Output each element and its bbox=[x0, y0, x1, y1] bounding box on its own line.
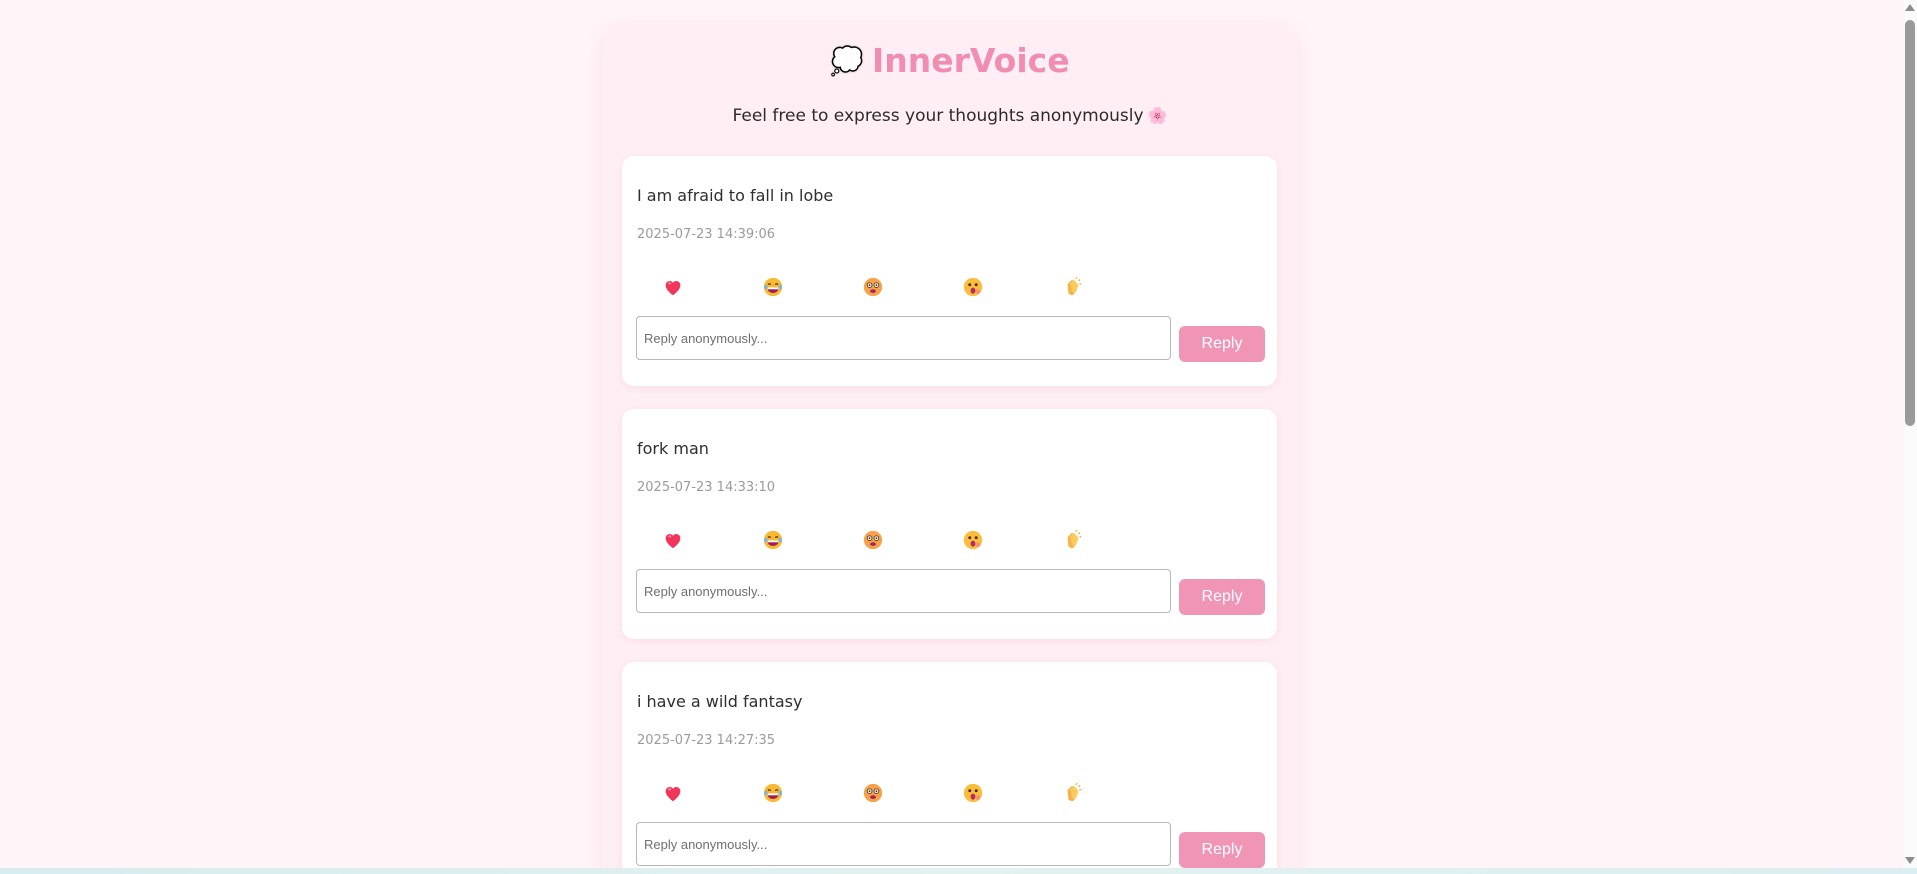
subtitle-text: Feel free to express your thoughts anony… bbox=[732, 106, 1144, 126]
post-text: i have a wild fantasy bbox=[637, 692, 803, 711]
post-timestamp: 2025-07-23 14:33:10 bbox=[637, 480, 776, 495]
scroll-up-arrow-icon[interactable] bbox=[1905, 4, 1915, 11]
dizzy-face-icon[interactable] bbox=[862, 529, 884, 551]
main-container: 💭 InnerVoice Feel free to express your th… bbox=[603, 26, 1297, 868]
shocked-face-icon[interactable] bbox=[962, 529, 984, 551]
clapping-hands-icon[interactable] bbox=[1062, 529, 1084, 551]
page-viewport: 💭 InnerVoice Feel free to express your th… bbox=[0, 0, 1903, 868]
app-title: InnerVoice bbox=[872, 41, 1070, 80]
heart-icon[interactable] bbox=[662, 782, 684, 804]
post-timestamp: 2025-07-23 14:27:35 bbox=[637, 733, 776, 748]
reply-input[interactable] bbox=[636, 822, 1171, 866]
post-card: fork man 2025-07-23 14:33:10 Reply bbox=[622, 409, 1277, 639]
heart-icon[interactable] bbox=[662, 529, 684, 551]
clapping-hands-icon[interactable] bbox=[1062, 276, 1084, 298]
window-bottom-edge bbox=[0, 868, 1917, 874]
flower-icon: 🌸 bbox=[1147, 106, 1168, 125]
post-card: I am afraid to fall in lobe 2025-07-23 1… bbox=[622, 156, 1277, 386]
vertical-scrollbar[interactable] bbox=[1903, 0, 1917, 868]
dizzy-face-icon[interactable] bbox=[862, 782, 884, 804]
clapping-hands-icon[interactable] bbox=[1062, 782, 1084, 804]
page-title: 💭 InnerVoice bbox=[603, 44, 1297, 77]
laughing-face-icon[interactable] bbox=[762, 782, 784, 804]
thought-bubble-icon: 💭 bbox=[830, 46, 865, 77]
reply-button[interactable]: Reply bbox=[1179, 579, 1265, 615]
heart-icon[interactable] bbox=[662, 276, 684, 298]
laughing-face-icon[interactable] bbox=[762, 276, 784, 298]
reply-button[interactable]: Reply bbox=[1179, 326, 1265, 362]
page-subtitle: Feel free to express your thoughts anony… bbox=[603, 106, 1297, 126]
post-timestamp: 2025-07-23 14:39:06 bbox=[637, 227, 776, 242]
scroll-down-arrow-icon[interactable] bbox=[1905, 857, 1915, 864]
shocked-face-icon[interactable] bbox=[962, 782, 984, 804]
laughing-face-icon[interactable] bbox=[762, 529, 784, 551]
scroll-thumb[interactable] bbox=[1905, 20, 1915, 426]
dizzy-face-icon[interactable] bbox=[862, 276, 884, 298]
reply-input[interactable] bbox=[636, 569, 1171, 613]
post-text: fork man bbox=[637, 439, 709, 458]
post-card: i have a wild fantasy 2025-07-23 14:27:3… bbox=[622, 662, 1277, 868]
reply-input[interactable] bbox=[636, 316, 1171, 360]
shocked-face-icon[interactable] bbox=[962, 276, 984, 298]
reply-button[interactable]: Reply bbox=[1179, 832, 1265, 868]
post-text: I am afraid to fall in lobe bbox=[637, 186, 834, 205]
